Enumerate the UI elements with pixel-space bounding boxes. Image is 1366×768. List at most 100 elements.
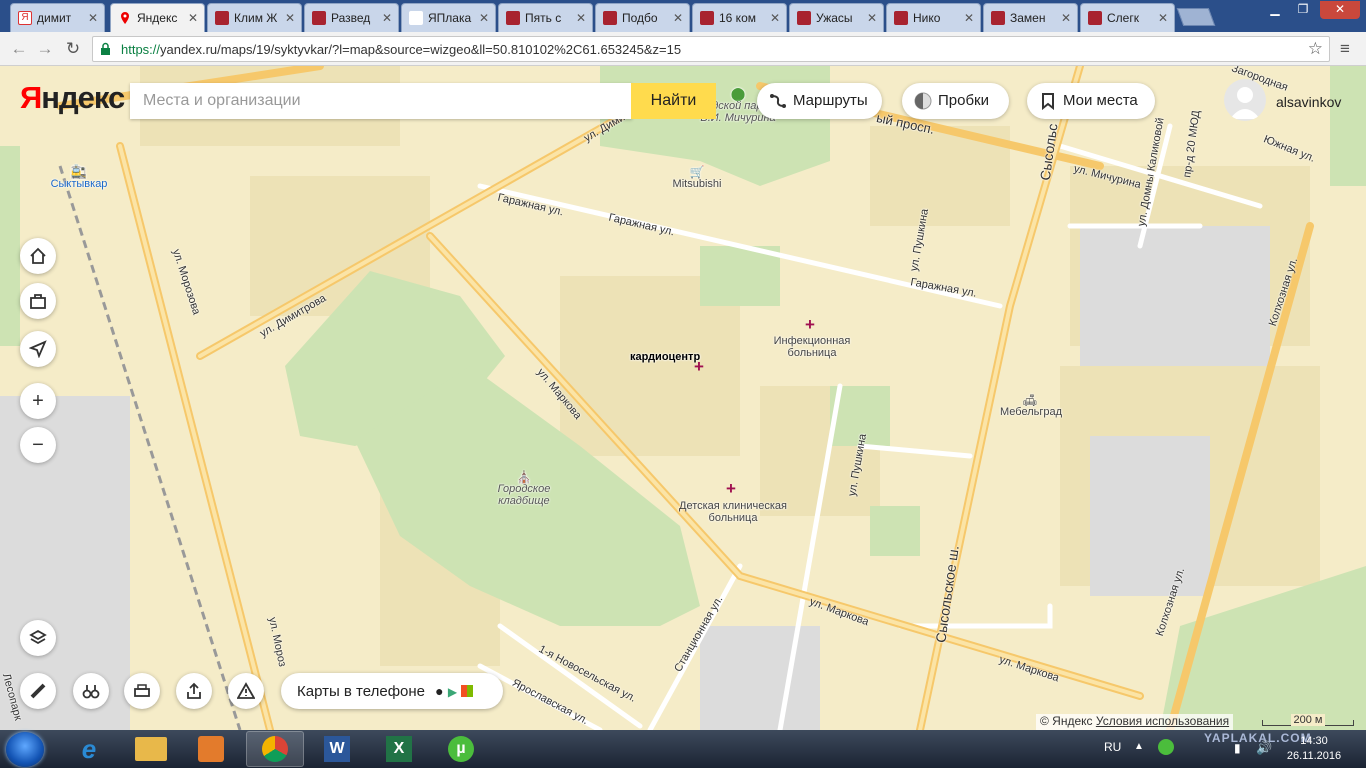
new-tab-button[interactable]: [1176, 8, 1216, 26]
traffic-button[interactable]: Пробки: [902, 83, 1009, 119]
browser-menu-icon[interactable]: ≡: [1340, 39, 1350, 59]
print-button[interactable]: [124, 673, 160, 709]
yandex-logo[interactable]: Яндекс: [20, 80, 125, 116]
avatar[interactable]: [1224, 79, 1266, 121]
yaplakal-icon: [700, 11, 714, 25]
medical-cross-icon[interactable]: +: [805, 316, 815, 333]
reload-icon[interactable]: ↻: [62, 38, 84, 60]
language-indicator[interactable]: RU: [1104, 740, 1121, 754]
close-tab-icon[interactable]: ✕: [382, 11, 392, 25]
forward-icon[interactable]: →: [34, 38, 56, 60]
printer-icon: [134, 684, 150, 697]
routes-button[interactable]: Маршруты: [757, 83, 882, 119]
work-button[interactable]: [20, 283, 56, 319]
start-button[interactable]: [6, 732, 44, 767]
report-error-button[interactable]: [228, 673, 264, 709]
station-label[interactable]: 🚉 Сыктывкар: [44, 164, 114, 190]
zoom-in-button[interactable]: +: [20, 383, 56, 419]
google-play-icon[interactable]: ▶: [448, 685, 457, 699]
browser-tab[interactable]: Слегк ✕: [1080, 3, 1175, 32]
browser-tab[interactable]: Замен ✕: [983, 3, 1078, 32]
browser-tab[interactable]: 16 ком ✕: [692, 3, 787, 32]
username[interactable]: alsavinkov: [1276, 94, 1341, 110]
my-places-button[interactable]: Мои места: [1027, 83, 1155, 119]
address-bar[interactable]: https://yandex.ru/maps/19/syktyvkar/?l=m…: [92, 36, 1330, 62]
yandex-search-icon: Я: [18, 11, 32, 25]
childrens-hospital-label[interactable]: Детская клиническая больница: [674, 500, 792, 524]
search-button[interactable]: Найти: [631, 83, 716, 119]
search-input[interactable]: [130, 83, 632, 119]
windows-icon[interactable]: [461, 685, 474, 697]
url-text: https://yandex.ru/maps/19/syktyvkar/?l=m…: [121, 42, 682, 57]
layers-icon: [29, 629, 47, 645]
browser-tab-active[interactable]: Яндекс ✕: [110, 3, 205, 32]
media-player-icon[interactable]: [182, 731, 240, 767]
furniture-icon: 🛋: [1022, 393, 1038, 407]
file-explorer-icon[interactable]: [122, 731, 180, 767]
close-tab-icon[interactable]: ✕: [964, 11, 974, 25]
close-tab-icon[interactable]: ✕: [867, 11, 877, 25]
browser-tab[interactable]: ЯПлака ✕: [401, 3, 496, 32]
bookmark-star-icon[interactable]: ☆: [1308, 39, 1323, 59]
browser-tab[interactable]: Пять с ✕: [498, 3, 593, 32]
yaplakal-icon: [409, 11, 423, 25]
cardiocenter-label[interactable]: кардиоцентр: [630, 351, 700, 363]
internet-explorer-icon[interactable]: e: [60, 731, 118, 767]
minimize-button[interactable]: ▁: [1262, 1, 1288, 19]
zoom-out-button[interactable]: −: [20, 427, 56, 463]
share-button[interactable]: [176, 673, 212, 709]
ruler-button[interactable]: [20, 673, 56, 709]
close-tab-icon[interactable]: ✕: [576, 11, 586, 25]
close-tab-icon[interactable]: ✕: [479, 11, 489, 25]
plus-icon: +: [32, 389, 44, 412]
locate-me-button[interactable]: [20, 331, 56, 367]
medical-cross-icon[interactable]: +: [694, 358, 704, 375]
close-window-button[interactable]: ✕: [1320, 1, 1360, 19]
volume-icon[interactable]: 🔊: [1256, 740, 1272, 756]
word-icon[interactable]: W: [308, 731, 366, 767]
close-tab-icon[interactable]: ✕: [285, 11, 295, 25]
warning-icon: [237, 682, 255, 699]
browser-tab[interactable]: Подбо ✕: [595, 3, 690, 32]
utorrent-tray-icon[interactable]: [1158, 739, 1174, 755]
network-icon[interactable]: ▮: [1234, 741, 1241, 755]
mobile-apps-promo[interactable]: Карты в телефоне ● ▶: [281, 673, 503, 709]
close-tab-icon[interactable]: ✕: [88, 11, 98, 25]
lock-icon: [101, 42, 110, 55]
mebelgrad-label[interactable]: 🛋 Мебельград: [1000, 393, 1062, 418]
utorrent-icon[interactable]: µ: [432, 731, 490, 767]
panorama-button[interactable]: [73, 673, 109, 709]
map-canvas[interactable]: 🚉 Сыктывкар ⬤ Городской парк им. В.И. Мичу…: [0, 66, 1366, 730]
cemetery-label[interactable]: ⛪ Городское кладбище: [494, 471, 554, 507]
close-tab-icon[interactable]: ✕: [1158, 11, 1168, 25]
yaplakal-icon: [215, 11, 229, 25]
layers-button[interactable]: [20, 620, 56, 656]
browser-tab[interactable]: Развед ✕: [304, 3, 399, 32]
maximize-button[interactable]: ❐: [1290, 1, 1316, 19]
apple-icon[interactable]: ●: [435, 683, 443, 699]
home-button[interactable]: [20, 238, 56, 274]
terms-link[interactable]: Условия использования: [1096, 714, 1229, 728]
browser-tab[interactable]: Нико ✕: [886, 3, 981, 32]
clock[interactable]: 14:30 26.11.2016: [1284, 734, 1344, 764]
close-tab-icon[interactable]: ✕: [1061, 11, 1071, 25]
infection-hospital-label[interactable]: Инфекционная больница: [770, 335, 854, 359]
briefcase-icon: [30, 294, 46, 309]
yaplakal-icon: [506, 11, 520, 25]
route-icon: [770, 94, 786, 108]
traffic-icon: [914, 92, 932, 110]
train-icon: 🚉: [70, 164, 88, 179]
close-tab-icon[interactable]: ✕: [188, 11, 198, 25]
close-tab-icon[interactable]: ✕: [770, 11, 780, 25]
back-icon[interactable]: ←: [8, 38, 30, 60]
browser-tab[interactable]: Клим Ж ✕: [207, 3, 302, 32]
show-hidden-icons[interactable]: ▲: [1134, 741, 1144, 752]
excel-icon[interactable]: X: [370, 731, 428, 767]
home-icon: [30, 247, 46, 264]
browser-tab[interactable]: Ядимит ✕: [10, 3, 105, 32]
chrome-icon[interactable]: [246, 731, 304, 767]
browser-tab[interactable]: Ужасы ✕: [789, 3, 884, 32]
close-tab-icon[interactable]: ✕: [673, 11, 683, 25]
medical-cross-icon[interactable]: +: [726, 480, 736, 497]
mitsubishi-label[interactable]: 🛒 Mitsubishi: [665, 166, 729, 190]
